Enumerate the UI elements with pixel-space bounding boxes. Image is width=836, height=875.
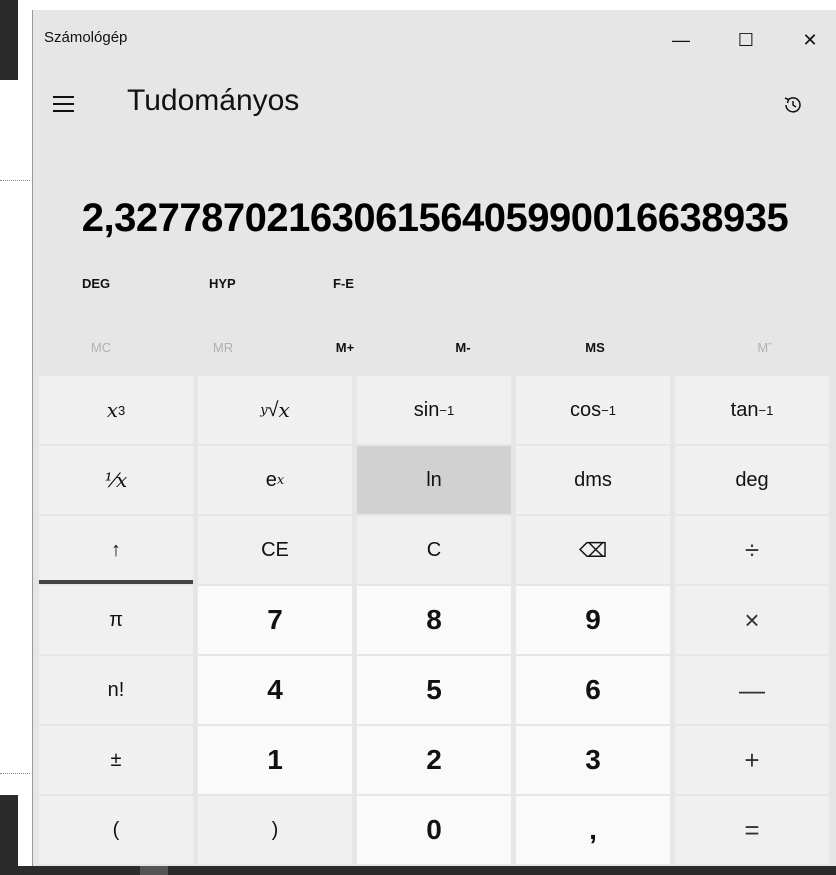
- keypad: x3 y √ x sin −1 cos −1 tan −1 ⅟x ex ln dms de…: [39, 376, 829, 864]
- minus-button[interactable]: —: [675, 656, 829, 724]
- pi-button[interactable]: π: [39, 586, 193, 654]
- hyp-button[interactable]: HYP: [209, 276, 236, 291]
- multiply-button[interactable]: ×: [675, 586, 829, 654]
- ce-button[interactable]: CE: [198, 516, 352, 584]
- atan-label: tan: [730, 398, 759, 421]
- equals-button[interactable]: =: [675, 796, 829, 864]
- mr-button[interactable]: MR: [163, 340, 283, 355]
- m-minus-button[interactable]: M-: [403, 340, 523, 355]
- left-paren-button[interactable]: (: [39, 796, 193, 864]
- negate-button[interactable]: ±: [39, 726, 193, 794]
- digit-7-button[interactable]: 7: [198, 586, 352, 654]
- result-display: 2,3277870216306156405990016638935: [81, 196, 789, 240]
- y-root-base: x: [278, 398, 290, 422]
- digit-2-button[interactable]: 2: [357, 726, 511, 794]
- y-root-index: y: [260, 402, 268, 418]
- deg-button[interactable]: DEG: [82, 276, 110, 291]
- history-icon[interactable]: [773, 88, 813, 122]
- digit-4-button[interactable]: 4: [198, 656, 352, 724]
- shift-button[interactable]: ↑: [39, 516, 193, 584]
- acos-button[interactable]: cos −1: [516, 376, 670, 444]
- background-taskbar-fragment: [0, 795, 18, 875]
- ms-button[interactable]: MS: [535, 340, 655, 355]
- background-bottom-bar: [0, 866, 836, 875]
- decimal-button[interactable]: ,: [516, 796, 670, 864]
- asin-label: sin: [413, 398, 440, 421]
- background-divider: [0, 180, 30, 181]
- acos-label: cos: [570, 398, 602, 421]
- ln-button[interactable]: ln: [357, 446, 511, 514]
- dms-button[interactable]: dms: [516, 446, 670, 514]
- hamburger-menu-icon[interactable]: [41, 84, 85, 124]
- background-text-fragment: [2, 92, 12, 132]
- digit-1-button[interactable]: 1: [198, 726, 352, 794]
- digit-5-button[interactable]: 5: [357, 656, 511, 724]
- asin-exp: −1: [439, 402, 455, 418]
- e-exp: x: [276, 472, 285, 488]
- atan-button[interactable]: tan −1: [675, 376, 829, 444]
- digit-9-button[interactable]: 9: [516, 586, 670, 654]
- calculator-window: Számológép — ☐ ✕ Tudományos 2,3277870216…: [32, 10, 836, 866]
- background-desktop: [0, 0, 32, 875]
- background-tab: [140, 866, 168, 875]
- digit-8-button[interactable]: 8: [357, 586, 511, 654]
- fe-button[interactable]: F-E: [333, 276, 354, 291]
- x-cubed-button[interactable]: x3: [39, 376, 193, 444]
- e-base: e: [265, 468, 277, 491]
- factorial-button[interactable]: n!: [39, 656, 193, 724]
- mode-title: Tudományos: [127, 84, 300, 117]
- plus-button[interactable]: +: [675, 726, 829, 794]
- title-bar[interactable]: Számológép — ☐ ✕: [33, 10, 836, 68]
- divide-button[interactable]: ÷: [675, 516, 829, 584]
- asin-button[interactable]: sin −1: [357, 376, 511, 444]
- reciprocal-button[interactable]: ⅟x: [39, 446, 193, 514]
- close-button[interactable]: ✕: [787, 22, 833, 58]
- atan-exp: −1: [758, 402, 774, 418]
- y-root-button[interactable]: y √ x: [198, 376, 352, 444]
- m-plus-button[interactable]: M+: [285, 340, 405, 355]
- root-icon: √: [267, 398, 279, 421]
- x-cubed-base: x: [106, 398, 119, 422]
- acos-exp: −1: [601, 402, 616, 418]
- history-icon-glyph: [784, 97, 801, 113]
- right-paren-button[interactable]: ): [198, 796, 352, 864]
- x-cubed-exp: 3: [118, 402, 126, 418]
- e-power-x-button[interactable]: ex: [198, 446, 352, 514]
- backspace-button[interactable]: ⌫: [516, 516, 670, 584]
- digit-3-button[interactable]: 3: [516, 726, 670, 794]
- background-divider: [0, 773, 30, 774]
- background-taskbar-fragment: [0, 0, 18, 80]
- app-title: Számológép: [44, 29, 128, 46]
- digit-0-button[interactable]: 0: [357, 796, 511, 864]
- memory-list-button[interactable]: Mˇ: [705, 340, 825, 355]
- maximize-button[interactable]: ☐: [723, 22, 769, 58]
- digit-6-button[interactable]: 6: [516, 656, 670, 724]
- minimize-button[interactable]: —: [658, 22, 704, 58]
- deg-convert-button[interactable]: deg: [675, 446, 829, 514]
- mc-button[interactable]: MC: [41, 340, 161, 355]
- c-button[interactable]: C: [357, 516, 511, 584]
